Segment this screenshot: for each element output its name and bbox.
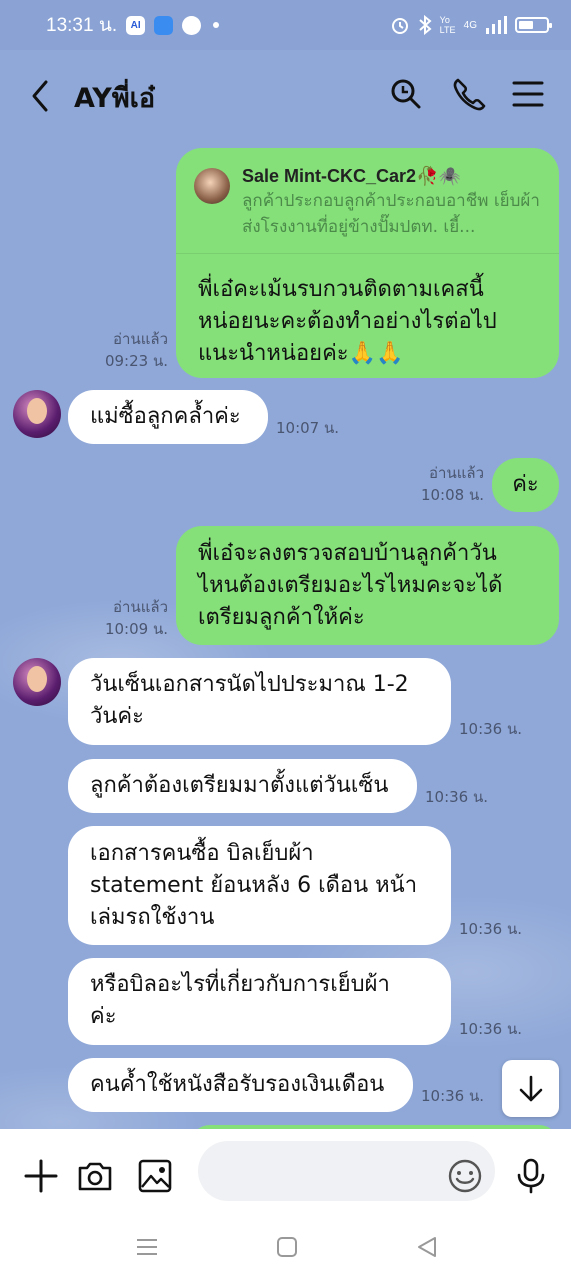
message-line: วันค่ะ (90, 704, 144, 729)
battery-icon (515, 17, 552, 33)
message-bubble-incoming[interactable]: เอกสารคนซื้อ บิลเย็บผ้า statement ย้อนหล… (68, 826, 451, 945)
message-line: เตรียมลูกค้าให้ค่ะ (198, 605, 365, 630)
plus-icon[interactable] (22, 1157, 60, 1195)
message-line: หน่อยนะคะต้องทำอย่างไรต่อไป (198, 309, 497, 334)
contact-avatar[interactable] (13, 390, 61, 438)
volte-label: Yo LTE (439, 15, 456, 35)
chat-area[interactable]: อ่านแล้ว 09:23 น. Sale Mint-CKC_Car2🥀🕷️ … (0, 142, 571, 1129)
message-input-bar (0, 1129, 571, 1224)
notification-dot (213, 22, 220, 28)
message-line: เอกสารคนซื้อ บิลเย็บผ้า (90, 841, 314, 866)
chat-header: AYพี่เอ๋ (0, 50, 571, 142)
message-line: ไหนต้องเตรียมอะไรไหมคะจะได้ (198, 573, 503, 598)
message-time: 10:36 น. (459, 920, 523, 938)
alarm-icon (391, 18, 408, 34)
app-icon (154, 15, 174, 35)
emoji-icon[interactable] (446, 1157, 484, 1195)
reply-preview[interactable]: Sale Mint-CKC_Car2🥀🕷️ ลูกค้าประกอบลูกค้า… (176, 148, 559, 254)
back-nav-icon[interactable] (414, 1234, 440, 1260)
message-time: 10:36 น. (425, 788, 489, 806)
camera-icon[interactable] (76, 1157, 114, 1195)
arrow-down-icon (519, 1075, 542, 1101)
message-bubble-outgoing[interactable]: พี่เอ๋จะลงตรวจสอบบ้านลูกค้าวัน ไหนต้องเต… (176, 526, 559, 645)
message-line: แนะนำหน่อยค่ะ🙏🙏 (198, 341, 404, 366)
message-line: ลูกค้าต้องเตรียมมาตั้งแต่วันเซ็น (90, 773, 389, 798)
message-bubble-incoming[interactable]: ลูกค้าต้องเตรียมมาตั้งแต่วันเซ็น (68, 759, 417, 813)
message-line: แม่ซื้อลูกคล้ำค่ะ (90, 404, 241, 429)
contact-avatar[interactable] (13, 658, 61, 706)
message-bubble-incoming[interactable]: คนค้ำใช้หนังสือรับรองเงินเดือน (68, 1058, 413, 1112)
reply-text: ลูกค้าประกอบลูกค้าประกอบอาชีพ เย็บผ้าส่ง… (242, 191, 540, 237)
message-time: 09:23 น. (104, 352, 168, 370)
message-time: 10:07 น. (276, 419, 340, 437)
image-icon[interactable] (136, 1157, 174, 1195)
message-time: 10:36 น. (459, 1020, 523, 1038)
status-indicators: Yo LTE 4G (390, 15, 552, 35)
message-line: เล่มรถใช้งาน (90, 905, 215, 930)
line-icon (182, 15, 202, 35)
system-nav-bar (0, 1224, 571, 1280)
status-bar: 13:31 น. AI Yo LTE 4G (0, 0, 571, 50)
message-bubble-incoming[interactable]: แม่ซื้อลูกคล้ำค่ะ (68, 390, 268, 444)
message-bubble-outgoing[interactable]: Sale Mint-CKC_Car2🥀🕷️ ลูกค้าประกอบลูกค้า… (176, 148, 559, 378)
chat-title: AYพี่เอ๋ (74, 83, 156, 114)
network-label: 4G (463, 19, 477, 31)
message-line: คนค้ำใช้หนังสือรับรองเงินเดือน (90, 1072, 385, 1097)
mic-icon[interactable] (512, 1157, 550, 1195)
home-icon[interactable] (274, 1234, 300, 1260)
status-time: 13:31 น. (46, 15, 118, 36)
search-icon[interactable] (388, 76, 424, 112)
message-meta: อ่านแล้ว 10:08 น. (418, 462, 484, 506)
message-line: ค่ะ (512, 472, 539, 497)
message-line: วันเซ็นเอกสารนัดไปประมาณ 1-2 (90, 672, 409, 697)
message-meta: อ่านแล้ว 10:09 น. (100, 596, 168, 640)
message-bubble-incoming[interactable]: หรือบิลอะไรที่เกี่ยวกับการเย็บผ้า ค่ะ (68, 958, 451, 1045)
message-line: พี่เอ๋คะเม้นรบกวนติดตามเคสนี้ (198, 277, 484, 302)
back-icon[interactable] (26, 78, 56, 114)
message-meta: อ่านแล้ว 09:23 น. (100, 328, 168, 372)
recent-apps-icon[interactable] (134, 1234, 160, 1260)
read-receipt: อ่านแล้ว (113, 598, 168, 616)
message-line: ค่ะ (90, 1004, 117, 1029)
ai-app-icon: AI (126, 15, 146, 35)
message-time: 10:09 น. (104, 620, 168, 638)
message-time: 10:36 น. (459, 720, 523, 738)
bluetooth-icon (418, 15, 432, 35)
message-bubble-outgoing[interactable]: ค่ะ (492, 458, 559, 512)
scroll-to-bottom-button[interactable] (502, 1060, 559, 1117)
read-receipt: อ่านแล้ว (113, 330, 168, 348)
signal-icon (486, 16, 507, 34)
read-receipt: อ่านแล้ว (429, 464, 484, 482)
phone-icon[interactable] (450, 76, 486, 112)
message-line: หรือบิลอะไรที่เกี่ยวกับการเย็บผ้า (90, 972, 390, 997)
message-time: 10:36 น. (421, 1087, 485, 1105)
reply-avatar (194, 168, 230, 204)
message-bubble-incoming[interactable]: วันเซ็นเอกสารนัดไปประมาณ 1-2 วันค่ะ (68, 658, 451, 745)
message-line: พี่เอ๋จะลงตรวจสอบบ้านลูกค้าวัน (198, 541, 497, 566)
menu-icon[interactable] (510, 76, 546, 112)
message-time: 10:08 น. (420, 486, 484, 504)
message-line: statement ย้อนหลัง 6 เดือน หน้า (90, 873, 418, 898)
